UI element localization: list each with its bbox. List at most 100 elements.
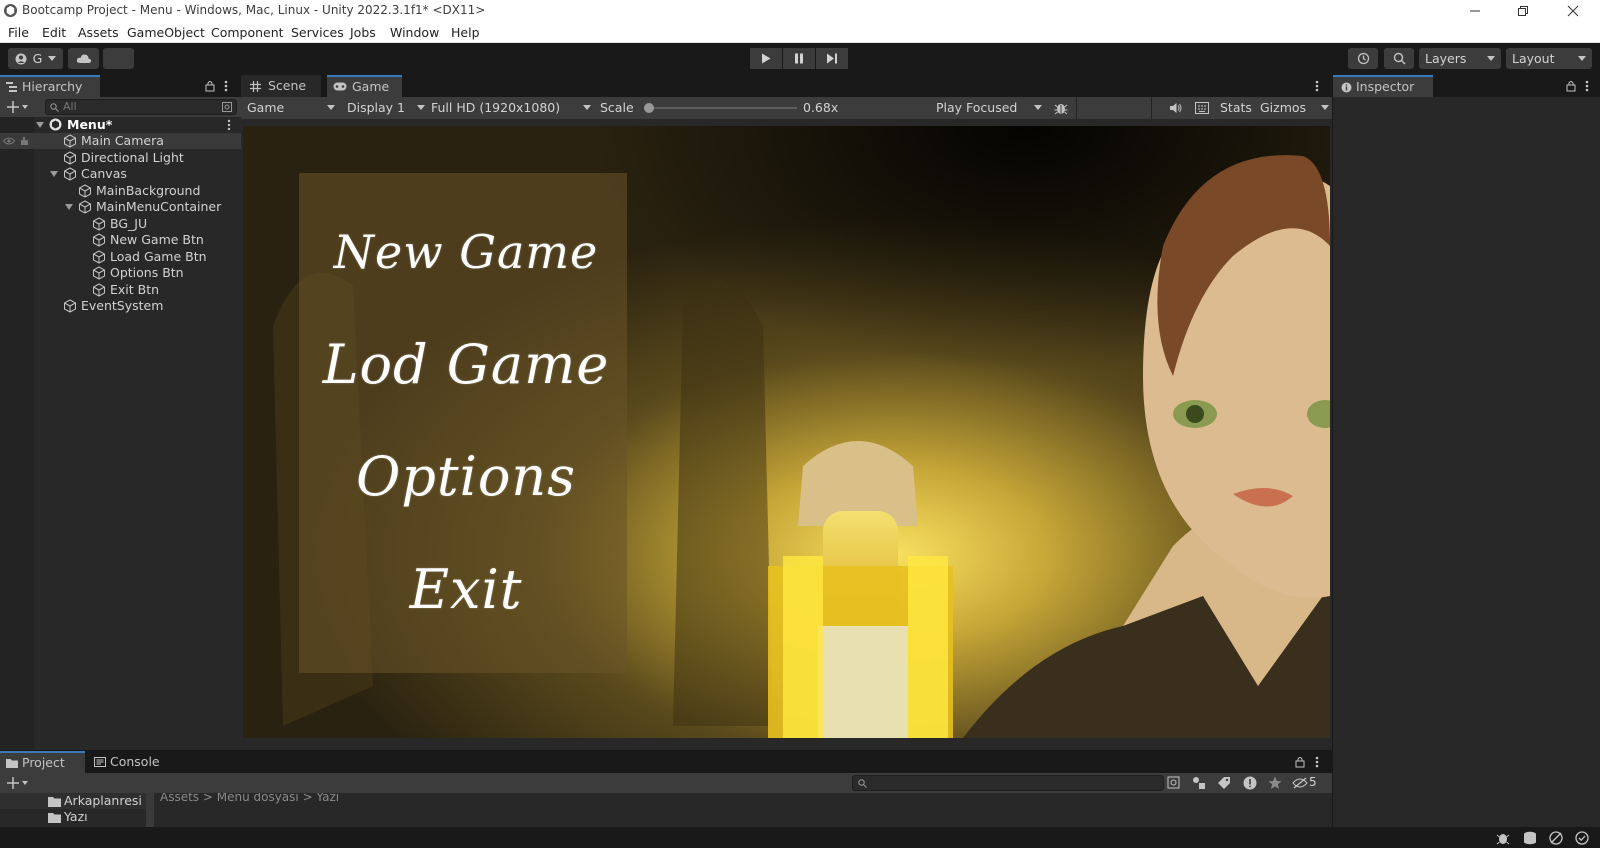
hierarchy-item-label: Canvas	[81, 166, 127, 181]
keyboard-shortcuts-icon[interactable]	[1195, 102, 1209, 114]
menu-services[interactable]: Services	[291, 25, 344, 40]
menu-edit[interactable]: Edit	[42, 25, 66, 40]
close-button[interactable]	[1553, 0, 1593, 21]
kebab-menu-icon[interactable]	[224, 80, 228, 92]
tab-game[interactable]: Game	[327, 75, 402, 97]
display-dropdown[interactable]: Display 1	[347, 99, 425, 117]
gizmos-label: Gizmos	[1260, 100, 1307, 115]
hierarchy-item-canvas[interactable]: Canvas	[0, 166, 241, 182]
resolution-dropdown[interactable]: Full HD (1920x1080)	[431, 99, 591, 117]
search-button[interactable]	[1384, 48, 1414, 69]
restore-button[interactable]	[1503, 0, 1543, 21]
layers-dropdown[interactable]: Layers	[1419, 48, 1501, 69]
hidden-eye-icon[interactable]	[1292, 777, 1308, 789]
search-filter-icon[interactable]	[222, 102, 233, 113]
folder-row[interactable]: Arkaplanresi	[0, 793, 146, 809]
visibility-eye-icon[interactable]	[3, 137, 15, 145]
audio-speaker-icon[interactable]	[1169, 102, 1182, 114]
hierarchy-item-directional-light[interactable]: Directional Light	[0, 150, 241, 166]
label-tag-icon[interactable]	[1217, 776, 1231, 790]
hierarchy-item-new-game-btn[interactable]: New Game Btn	[0, 232, 241, 248]
favorite-star-icon[interactable]	[1268, 776, 1282, 790]
inspector-tab-label: Inspector	[1356, 79, 1415, 94]
pause-button[interactable]	[783, 48, 815, 69]
hierarchy-scene-row[interactable]: Menu*	[0, 117, 241, 133]
new-game-button[interactable]: New Game	[298, 225, 634, 279]
layout-dropdown[interactable]: Layout	[1506, 48, 1592, 69]
menu-jobs[interactable]: Jobs	[350, 25, 376, 40]
folder-icon	[6, 759, 18, 768]
tab-project[interactable]: Project	[0, 751, 85, 773]
history-button[interactable]	[1348, 48, 1378, 69]
add-icon[interactable]	[7, 101, 29, 113]
cache-server-icon[interactable]	[1523, 831, 1537, 845]
kebab-menu-icon[interactable]	[227, 119, 231, 131]
hierarchy-item-exit-btn[interactable]: Exit Btn	[0, 282, 241, 298]
hierarchy-panel: Hierarchy All Menu* Main Camera Directio…	[0, 75, 241, 750]
minimize-button[interactable]	[1455, 0, 1495, 21]
add-icon[interactable]	[7, 777, 29, 789]
tree-scrollbar[interactable]	[146, 793, 154, 827]
lock-icon[interactable]	[1295, 756, 1305, 768]
game-mode-dropdown[interactable]: Game	[247, 99, 335, 117]
lock-icon[interactable]	[1566, 80, 1576, 92]
folder-row[interactable]: Yazı	[0, 809, 146, 825]
hierarchy-item-options-btn[interactable]: Options Btn	[0, 265, 241, 281]
hierarchy-item-bg-ju[interactable]: BG_JU	[0, 216, 241, 232]
unity-logo-icon	[3, 3, 18, 18]
scale-label: Scale	[600, 100, 634, 115]
load-game-button[interactable]: Lod Game	[298, 333, 634, 396]
menu-help[interactable]: Help	[451, 25, 480, 40]
debug-mode-icon[interactable]	[1496, 831, 1510, 845]
kebab-menu-icon[interactable]	[1585, 80, 1589, 92]
search-by-type-icon[interactable]	[1167, 776, 1181, 790]
cloud-button[interactable]	[68, 48, 99, 69]
debug-bug-icon[interactable]	[1054, 101, 1068, 115]
options-button[interactable]: Options	[298, 445, 634, 508]
tab-hierarchy[interactable]: Hierarchy	[0, 75, 100, 97]
stats-button[interactable]: Stats	[1220, 99, 1252, 117]
tab-scene[interactable]: Scene	[241, 75, 321, 97]
account-dropdown[interactable]: G	[8, 48, 63, 69]
scale-slider-thumb[interactable]	[644, 103, 654, 113]
menu-file[interactable]: File	[8, 25, 29, 40]
fold-arrow-icon[interactable]	[65, 204, 73, 210]
hierarchy-item-load-game-btn[interactable]: Load Game Btn	[0, 249, 241, 265]
hierarchy-item-event-system[interactable]: EventSystem	[0, 298, 241, 314]
menu-component[interactable]: Component	[211, 25, 284, 40]
kebab-menu-icon[interactable]	[1315, 80, 1319, 92]
menu-assets[interactable]: Assets	[78, 25, 119, 40]
project-search-input[interactable]	[852, 775, 1164, 791]
hierarchy-item-main-camera[interactable]: Main Camera	[0, 133, 241, 149]
fold-arrow-icon[interactable]	[36, 122, 44, 128]
lock-icon[interactable]	[205, 80, 215, 92]
scale-slider[interactable]	[644, 103, 797, 113]
network-offline-icon[interactable]	[1549, 831, 1563, 845]
inspector-panel: Inspector	[1332, 75, 1600, 827]
kebab-menu-icon[interactable]	[1315, 756, 1319, 768]
filter-by-type-icon[interactable]	[1192, 776, 1206, 790]
exit-button[interactable]: Exit	[298, 558, 634, 621]
breadcrumb-text[interactable]: Assets > Menu dosyası > Yazı	[160, 793, 339, 804]
play-controls	[750, 48, 849, 69]
play-button[interactable]	[750, 48, 782, 69]
console-icon	[94, 757, 106, 767]
hierarchy-item-main-menu-container[interactable]: MainMenuContainer	[0, 199, 241, 215]
gizmos-dropdown[interactable]: Gizmos	[1260, 99, 1329, 117]
play-mode-dropdown[interactable]: Play Focused	[936, 99, 1042, 117]
hierarchy-search-input[interactable]: All	[45, 99, 237, 115]
hierarchy-item-main-background[interactable]: MainBackground	[0, 183, 241, 199]
fold-arrow-icon[interactable]	[50, 171, 58, 177]
collab-button[interactable]	[103, 48, 134, 69]
step-button[interactable]	[816, 48, 848, 69]
scene-name: Menu*	[67, 117, 113, 132]
tab-console[interactable]: Console	[86, 751, 171, 773]
menu-window[interactable]: Window	[390, 25, 439, 40]
progress-check-icon[interactable]	[1575, 831, 1589, 845]
tab-inspector[interactable]: Inspector	[1333, 75, 1433, 97]
gameobject-cube-icon	[64, 151, 76, 165]
warning-circle-icon[interactable]	[1243, 776, 1257, 790]
menu-gameobject[interactable]: GameObject	[127, 25, 205, 40]
pickable-hand-icon[interactable]	[19, 136, 30, 146]
game-view-viewport[interactable]: New Game Lod Game Options Exit	[243, 126, 1330, 738]
